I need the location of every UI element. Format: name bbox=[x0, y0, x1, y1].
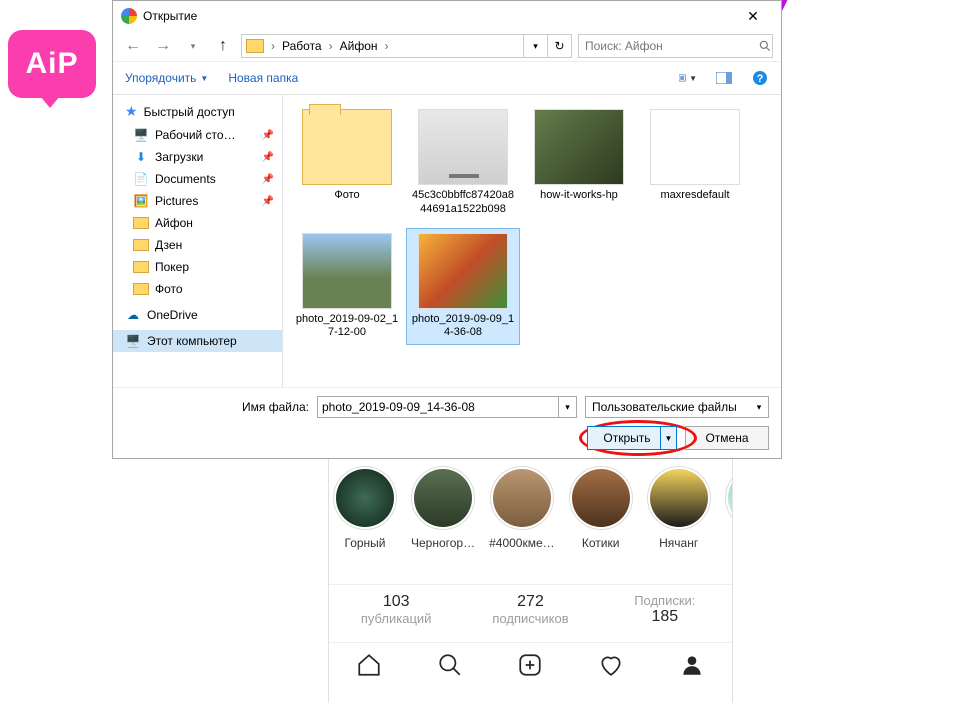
search-placeholder: Поиск: Айфон bbox=[585, 39, 758, 53]
pin-icon: 📌 bbox=[262, 130, 274, 141]
star-icon: ★ bbox=[125, 103, 138, 120]
chevron-down-icon[interactable]: ▼ bbox=[660, 427, 676, 449]
file-item-folder[interactable]: Фото bbox=[291, 105, 403, 221]
chevron-right-icon: › bbox=[268, 39, 278, 53]
nav-up-icon[interactable]: ↑ bbox=[211, 34, 235, 58]
add-post-icon[interactable] bbox=[517, 652, 543, 683]
search-input[interactable]: Поиск: Айфон bbox=[578, 34, 773, 58]
toolbar: Упорядочить ▼ Новая папка ▼ ? bbox=[113, 61, 781, 95]
search-icon bbox=[758, 39, 772, 53]
home-icon[interactable] bbox=[356, 652, 382, 683]
folder-icon bbox=[133, 261, 149, 273]
sidebar-onedrive[interactable]: ☁OneDrive bbox=[113, 304, 282, 326]
sidebar-item-documents[interactable]: 📄Documents📌 bbox=[113, 168, 282, 190]
documents-icon: 📄 bbox=[133, 172, 149, 186]
chrome-icon bbox=[121, 8, 137, 24]
file-item[interactable]: maxresdefault bbox=[639, 105, 751, 221]
folder-icon bbox=[302, 109, 392, 185]
activity-icon[interactable] bbox=[598, 652, 624, 683]
chevron-down-icon[interactable]: ▾ bbox=[558, 397, 576, 417]
cancel-button[interactable]: Отмена bbox=[685, 426, 769, 450]
pin-icon: 📌 bbox=[262, 152, 274, 163]
dialog-footer: Имя файла: photo_2019-09-09_14-36-08▾ По… bbox=[113, 387, 781, 458]
pictures-icon: 🖼️ bbox=[133, 194, 149, 208]
desktop-icon: 🖥️ bbox=[133, 128, 149, 142]
nav-forward-icon: → bbox=[151, 34, 175, 58]
refresh-icon[interactable]: ↻ bbox=[547, 35, 571, 57]
folder-icon bbox=[133, 283, 149, 295]
downloads-icon: ⬇ bbox=[133, 150, 149, 164]
sidebar-item-folder[interactable]: Покер bbox=[113, 256, 282, 278]
sidebar-item-folder[interactable]: Айфон bbox=[113, 212, 282, 234]
image-thumbnail bbox=[418, 109, 508, 185]
chevron-right-icon: › bbox=[326, 39, 336, 53]
story-item[interactable]: Котики bbox=[569, 466, 633, 576]
image-thumbnail bbox=[534, 109, 624, 185]
filetype-select[interactable]: Пользовательские файлы▾ bbox=[585, 396, 769, 418]
stat-followers[interactable]: 272подписчиков bbox=[463, 585, 597, 642]
sidebar-item-folder[interactable]: Дзен bbox=[113, 234, 282, 256]
image-thumbnail bbox=[302, 233, 392, 309]
file-item-selected[interactable]: photo_2019-09-09_14-36-08 bbox=[407, 229, 519, 345]
address-history-icon[interactable]: ▾ bbox=[523, 35, 547, 57]
chevron-right-icon: › bbox=[382, 39, 392, 53]
sidebar-item-downloads[interactable]: ⬇Загрузки📌 bbox=[113, 146, 282, 168]
stat-following[interactable]: Подписки:185 bbox=[598, 585, 732, 642]
open-button[interactable]: Открыть▼ bbox=[587, 426, 677, 450]
image-thumbnail bbox=[650, 109, 740, 185]
sidebar: ★Быстрый доступ 🖥️Рабочий сто…📌 ⬇Загрузк… bbox=[113, 95, 283, 387]
preview-pane-icon[interactable] bbox=[715, 70, 733, 86]
nav-recent-icon[interactable]: ▾ bbox=[181, 34, 205, 58]
close-button[interactable]: ✕ bbox=[733, 2, 773, 30]
file-item[interactable]: 45c3c0bbffc87420a844691a1522b098 bbox=[407, 105, 519, 221]
onedrive-icon: ☁ bbox=[125, 308, 141, 322]
file-item[interactable]: photo_2019-09-02_17-12-00 bbox=[291, 229, 403, 345]
story-item[interactable]: Са… bbox=[725, 466, 732, 576]
story-item[interactable]: Черногор… bbox=[411, 466, 475, 576]
new-folder-button[interactable]: Новая папка bbox=[228, 71, 298, 85]
story-item[interactable]: #4000кме… bbox=[489, 466, 555, 576]
stories-row: Горный Черногор… #4000кме… Котики Нячанг… bbox=[329, 466, 732, 576]
sidebar-item-desktop[interactable]: 🖥️Рабочий сто…📌 bbox=[113, 124, 282, 146]
filename-label: Имя файла: bbox=[242, 400, 309, 414]
svg-text:?: ? bbox=[757, 73, 764, 85]
nav-row: ← → ▾ ↑ › Работа › Айфон › ▾ ↻ Поиск: Ай… bbox=[113, 31, 781, 61]
window-title: Открытие bbox=[143, 9, 733, 23]
breadcrumb[interactable]: Работа bbox=[282, 39, 322, 53]
folder-icon bbox=[133, 217, 149, 229]
sidebar-item-folder[interactable]: Фото bbox=[113, 278, 282, 300]
story-item[interactable]: Горный bbox=[333, 466, 397, 576]
filename-input[interactable]: photo_2019-09-09_14-36-08▾ bbox=[317, 396, 577, 418]
image-thumbnail bbox=[418, 233, 508, 309]
help-icon[interactable]: ? bbox=[751, 70, 769, 86]
chevron-down-icon[interactable]: ▾ bbox=[750, 397, 768, 417]
file-open-dialog: Открытие ✕ ← → ▾ ↑ › Работа › Айфон › ▾ … bbox=[112, 0, 782, 459]
stat-posts[interactable]: 103публикаций bbox=[329, 585, 463, 642]
pin-icon: 📌 bbox=[262, 174, 274, 185]
address-bar[interactable]: › Работа › Айфон › ▾ ↻ bbox=[241, 34, 572, 58]
titlebar: Открытие ✕ bbox=[113, 1, 781, 31]
folder-icon bbox=[133, 239, 149, 251]
organize-button[interactable]: Упорядочить ▼ bbox=[125, 71, 208, 85]
sidebar-quick-access[interactable]: ★Быстрый доступ bbox=[113, 99, 282, 124]
sidebar-item-pictures[interactable]: 🖼️Pictures📌 bbox=[113, 190, 282, 212]
profile-stats: 103публикаций 272подписчиков Подписки:18… bbox=[329, 584, 732, 642]
story-item[interactable]: Нячанг bbox=[647, 466, 711, 576]
pin-icon: 📌 bbox=[262, 196, 274, 207]
profile-icon[interactable] bbox=[679, 652, 705, 683]
breadcrumb[interactable]: Айфон bbox=[340, 39, 378, 53]
search-icon[interactable] bbox=[437, 652, 463, 683]
file-item[interactable]: how-it-works-hp bbox=[523, 105, 635, 221]
view-mode-icon[interactable]: ▼ bbox=[679, 70, 697, 86]
nav-back-icon[interactable]: ← bbox=[121, 34, 145, 58]
aip-logo: AiP bbox=[8, 30, 96, 98]
folder-icon bbox=[246, 39, 264, 53]
pc-icon: 🖥️ bbox=[125, 334, 141, 348]
bottom-tabbar bbox=[329, 642, 732, 692]
file-list[interactable]: Фото 45c3c0bbffc87420a844691a1522b098 ho… bbox=[283, 95, 781, 387]
sidebar-this-pc[interactable]: 🖥️Этот компьютер bbox=[113, 330, 282, 352]
